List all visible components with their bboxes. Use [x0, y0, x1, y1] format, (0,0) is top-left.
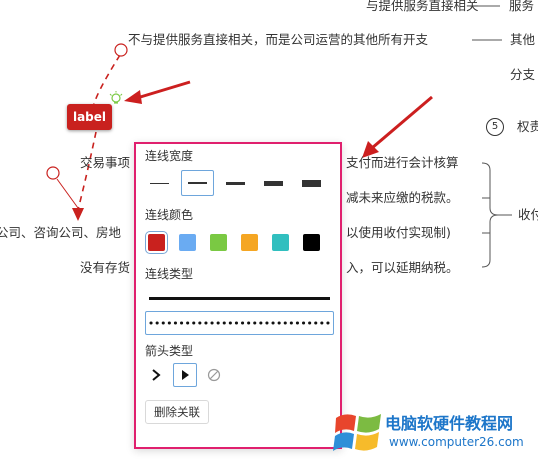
node-text[interactable]: 服务	[509, 0, 534, 14]
node-text[interactable]: 以使用收付实现制)	[346, 225, 451, 241]
line-width-option[interactable]	[219, 170, 252, 196]
arrow-type-title: 箭头类型	[145, 344, 194, 358]
color-swatch-green[interactable]	[210, 234, 227, 251]
line-color-title: 连线颜色	[145, 208, 194, 222]
color-swatch-teal[interactable]	[272, 234, 289, 251]
watermark-title: 电脑软硬件教程网	[385, 414, 514, 433]
node-text[interactable]: 分支	[510, 67, 535, 83]
line-width-option[interactable]	[181, 170, 214, 196]
node-text[interactable]: 权责	[517, 119, 538, 135]
line-type-solid[interactable]	[145, 286, 334, 310]
node-text[interactable]: 减未来应缴的税款。	[346, 190, 459, 206]
node-text[interactable]: 支付而进行会计核算	[346, 155, 459, 171]
line-width-option[interactable]	[295, 170, 328, 196]
color-swatch-blue[interactable]	[179, 234, 196, 251]
node-text[interactable]: 交易事项	[80, 155, 130, 171]
circle-number: 5	[486, 118, 504, 136]
node-text[interactable]: 收付	[518, 207, 538, 223]
node-text[interactable]: 没有存货	[80, 260, 130, 276]
watermark: 电脑软硬件教程网 www.computer26.com	[333, 406, 538, 462]
windows-logo-icon	[333, 414, 381, 451]
line-width-title: 连线宽度	[145, 149, 194, 163]
watermark-url: www.computer26.com	[389, 435, 524, 449]
arrow-none-icon[interactable]	[202, 363, 226, 387]
arrow-open-icon[interactable]	[144, 363, 168, 387]
line-width-option[interactable]	[257, 170, 290, 196]
color-swatch-black[interactable]	[303, 234, 320, 251]
node-text[interactable]: 公司、咨询公司、房地	[0, 225, 121, 241]
node-text[interactable]: 入，可以延期纳税。	[346, 260, 459, 276]
relation-style-panel: 连线宽度 连线颜色 连线类型 箭头类型 删除关联	[134, 142, 342, 449]
color-swatch-orange[interactable]	[241, 234, 258, 251]
node-text[interactable]: 其他	[510, 32, 535, 48]
node-text[interactable]: 与提供服务直接相关	[366, 0, 479, 14]
line-type-title: 连线类型	[145, 267, 194, 281]
relation-label[interactable]: label	[67, 104, 112, 130]
line-type-dotted[interactable]	[145, 311, 334, 335]
color-swatch-red[interactable]	[145, 231, 168, 254]
line-width-option[interactable]	[143, 170, 176, 196]
arrow-filled-icon[interactable]	[173, 363, 197, 387]
delete-relation-button[interactable]: 删除关联	[145, 400, 209, 424]
node-text[interactable]: 不与提供服务直接相关，而是公司运营的其他所有开支	[128, 32, 428, 48]
